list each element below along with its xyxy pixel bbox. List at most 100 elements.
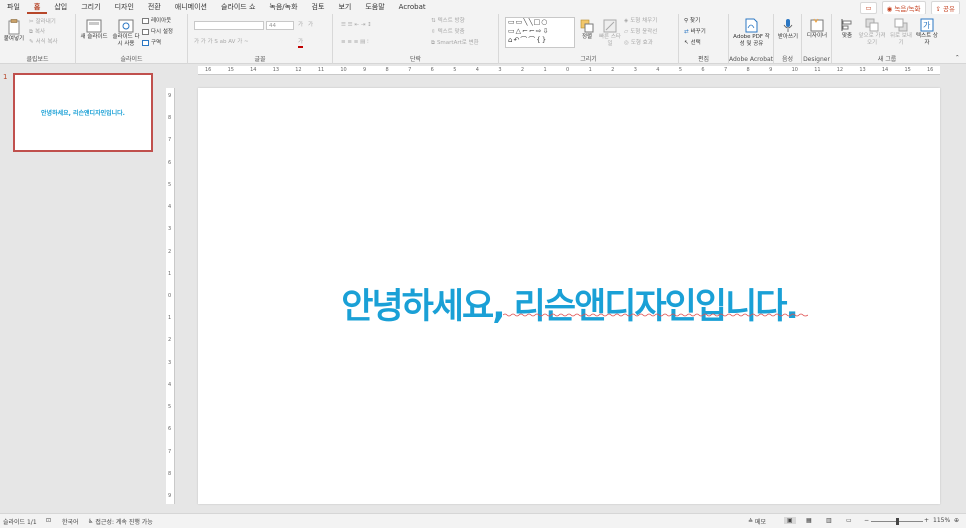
hruler-tick: 6 xyxy=(701,67,705,73)
align-button[interactable]: 맞춤 xyxy=(836,18,858,40)
shape-fill-button[interactable]: ◈ 도형 채우기 xyxy=(624,17,657,25)
create-pdf-button[interactable]: Adobe PDF 작성 및 공유 xyxy=(731,18,772,48)
slide-thumbnail[interactable]: 안녕하세요, 리슨앤디자인입니다. xyxy=(13,73,153,152)
tab-4[interactable]: 디자인 xyxy=(108,0,141,14)
designer-group: 디자이너 Designer xyxy=(802,14,832,64)
designer-button[interactable]: 디자이너 xyxy=(804,18,830,40)
arrange-label: 정렬 xyxy=(581,34,593,40)
cut-button[interactable]: ✂ 잘라내기 xyxy=(29,18,56,26)
slide-canvas[interactable]: 안녕하세요, 리슨앤디자인입니다. xyxy=(198,88,940,504)
font-size-box[interactable]: 44 xyxy=(266,21,294,30)
quick-styles-icon xyxy=(603,19,617,33)
vruler-tick: 8 xyxy=(168,115,172,122)
dictate-button[interactable]: 받아쓰기 xyxy=(775,18,801,41)
grow-font-button[interactable]: 가 xyxy=(298,21,303,29)
thumbnail-text: 안녕하세요, 리슨앤디자인입니다. xyxy=(41,110,125,117)
vruler-tick: 1 xyxy=(168,270,172,277)
send-backward-button[interactable]: 뒤로 보내기 xyxy=(888,18,914,47)
clipboard-group-label: 클립보드 xyxy=(26,56,49,63)
layout-button[interactable]: 레이아웃 xyxy=(142,17,171,25)
slide-title-text[interactable]: 안녕하세요, 리슨앤디자인입니다. xyxy=(198,278,940,329)
tab-11[interactable]: 도움말 xyxy=(358,0,391,14)
smartart-button[interactable]: ⧉ SmartArt로 변환 xyxy=(431,39,479,47)
create-pdf-label: Adobe PDF 작성 및 공유 xyxy=(733,34,770,47)
reuse-slide-button[interactable]: 슬라이드 다시 사용 xyxy=(112,19,140,48)
align-text-button[interactable]: ⇳ 텍스트 맞춤 xyxy=(431,28,465,36)
text-direction-icon: ⇅ xyxy=(431,18,436,24)
vruler-tick: 4 xyxy=(168,381,172,388)
shape-effects-label: 도형 효과 xyxy=(630,40,653,46)
normal-view-button[interactable]: ▣ xyxy=(784,517,796,524)
horizontal-ruler[interactable]: 16 15 14 13 12 11 10 9 8 7 6 5 4 3 2 1 0 1 2 3 4 5 6 7 8 9 10 11 12 1… xyxy=(198,66,940,75)
shrink-font-button[interactable]: 가 xyxy=(308,21,313,29)
vertical-ruler[interactable]: 9 8 7 6 5 4 3 2 1 0 1 2 3 4 5 6 7 8 9 xyxy=(166,88,175,504)
tab-10[interactable]: 보기 xyxy=(331,0,358,14)
record-label: 녹음/녹화 xyxy=(894,5,921,13)
align-buttons[interactable]: ≡ ≡ ≡ ▤ ⁝ xyxy=(341,38,369,46)
reading-view-button[interactable]: ▥ xyxy=(826,517,832,524)
tab-6[interactable]: 애니메이션 xyxy=(168,0,214,14)
slide-sorter-button[interactable]: ▦ xyxy=(806,517,812,524)
tab-12[interactable]: Acrobat xyxy=(392,0,433,14)
vruler-tick: 6 xyxy=(168,426,172,433)
notes-button[interactable]: ≙ 메모 xyxy=(748,517,766,526)
zoom-slider-thumb[interactable] xyxy=(896,518,899,525)
hruler-tick: 4 xyxy=(475,67,479,73)
section-button[interactable]: 구역 xyxy=(142,39,161,47)
bring-forward-button[interactable]: 앞으로 가져오기 xyxy=(858,18,886,47)
tab-5[interactable]: 전환 xyxy=(141,0,168,14)
zoom-in-button[interactable]: + xyxy=(924,517,929,524)
align-label: 맞춤 xyxy=(841,33,853,39)
paste-button[interactable]: 붙여넣기 xyxy=(2,19,26,43)
language-status[interactable]: 한국어 xyxy=(62,517,79,526)
accessibility-status[interactable]: ♿ 접근성: 계속 진행 가능 xyxy=(88,517,153,526)
collapse-ribbon-button[interactable]: ⌃ xyxy=(955,54,960,62)
spellcheck-status[interactable]: ⊡ xyxy=(46,517,51,524)
font-name-box[interactable] xyxy=(194,21,264,30)
zoom-out-button[interactable]: − xyxy=(864,517,869,524)
zoom-level[interactable]: 115% xyxy=(933,517,950,524)
shapes-gallery[interactable]: ▭▭╲╲□○ ▭△⌐⌐⇨⇩ ⌂↶⌒⌒{} xyxy=(505,17,575,48)
shape-outline-button[interactable]: ▱ 도형 윤곽선 xyxy=(624,28,657,36)
quick-styles-button[interactable]: 빠른 스타일 xyxy=(599,19,621,48)
font-style-buttons[interactable]: 가 가 가 S ab AV 가 ~ xyxy=(194,38,249,46)
tab-0[interactable]: 파일 xyxy=(0,0,27,14)
copy-button[interactable]: ⧉ 복사 xyxy=(29,28,45,36)
arrange-button[interactable]: 정렬 xyxy=(577,19,597,41)
slides-group: 새 슬라이드 슬라이드 다시 사용 레이아웃 다시 설정 구역 슬라이드 xyxy=(76,14,188,64)
share-button[interactable]: ⇪ 공유 xyxy=(930,1,960,15)
fit-icon: ⊕ xyxy=(954,517,960,524)
tab-9[interactable]: 검토 xyxy=(305,0,332,14)
find-button[interactable]: ⚲ 찾기 xyxy=(684,17,700,25)
vruler-tick: 9 xyxy=(168,493,172,499)
svg-text:가: 가 xyxy=(923,21,931,30)
replace-button[interactable]: ⇄ 바꾸기 xyxy=(684,28,706,36)
shape-effects-button[interactable]: ◎ 도형 효과 xyxy=(624,39,653,47)
fit-slide-button[interactable]: ⊕ xyxy=(954,517,959,524)
paste-label: 붙여넣기 xyxy=(3,36,25,42)
text-direction-button[interactable]: ⇅ 텍스트 방향 xyxy=(431,17,465,25)
clipboard-group: 붙여넣기 ✂ 잘라내기 ⧉ 복사 ✎ 서식 복사 클립보드 xyxy=(0,14,76,64)
reset-button[interactable]: 다시 설정 xyxy=(142,28,173,36)
comments-button[interactable]: ▭ xyxy=(860,2,877,14)
tab-2[interactable]: 삽입 xyxy=(47,0,74,14)
font-group-label: 글꼴 xyxy=(254,56,266,63)
paste-icon xyxy=(8,19,20,35)
new-slide-button[interactable]: 새 슬라이드 xyxy=(78,19,110,41)
tab-8[interactable]: 녹음/녹화 xyxy=(262,0,304,14)
tab-7[interactable]: 슬라이드 쇼 xyxy=(214,0,262,14)
hruler-tick: 5 xyxy=(678,67,682,73)
accessibility-label: 접근성: 계속 진행 가능 xyxy=(95,519,153,526)
font-color-button[interactable]: 가 xyxy=(298,38,304,48)
textbox-button[interactable]: 가 텍스트 상자 xyxy=(916,18,938,47)
bullets-button[interactable]: ☰ ☰ ⇤ ⇥ ↕ xyxy=(341,21,372,29)
select-button[interactable]: ↖ 선택 xyxy=(684,39,701,47)
replace-icon: ⇄ xyxy=(684,29,689,35)
format-painter-button[interactable]: ✎ 서식 복사 xyxy=(29,38,58,46)
replace-label: 바꾸기 xyxy=(690,29,706,35)
tab-3[interactable]: 그리기 xyxy=(74,0,107,14)
record-button[interactable]: ◉ 녹음/녹화 xyxy=(881,1,926,15)
slideshow-button[interactable]: ▭ xyxy=(846,517,852,524)
tab-1[interactable]: 홈 xyxy=(26,0,48,14)
align-icon xyxy=(841,19,852,31)
